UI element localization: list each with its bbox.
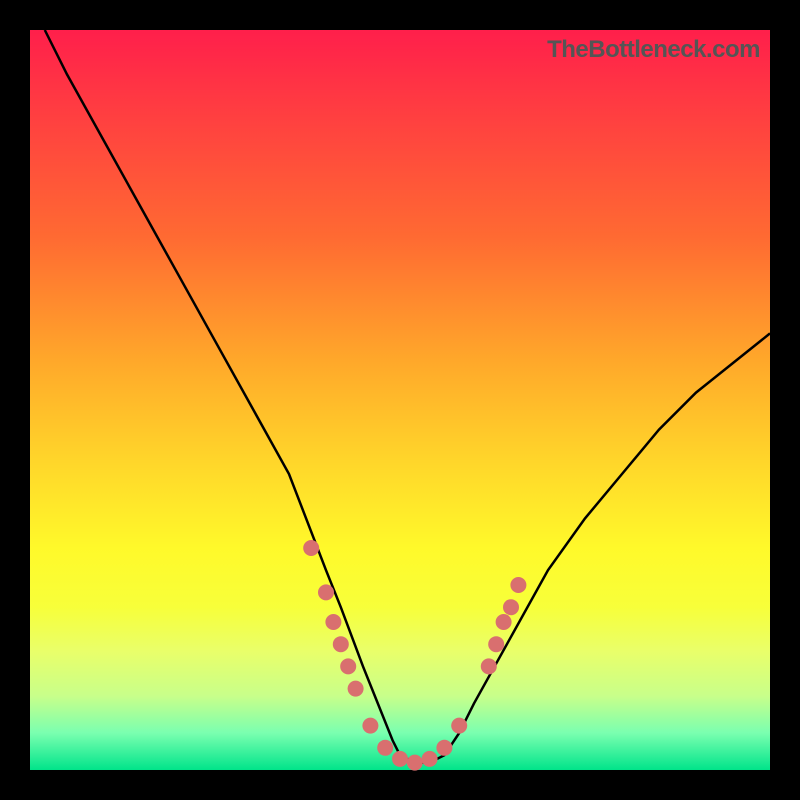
valley-markers [303,540,526,771]
valley-marker [362,718,378,734]
valley-marker [488,636,504,652]
valley-marker [481,658,497,674]
chart-svg [30,30,770,770]
valley-marker [377,740,393,756]
chart-frame: TheBottleneck.com [0,0,800,800]
valley-marker [340,658,356,674]
valley-marker [303,540,319,556]
valley-marker [348,681,364,697]
valley-marker [392,751,408,767]
valley-marker [407,755,423,771]
valley-marker [510,577,526,593]
valley-marker [436,740,452,756]
valley-marker [496,614,512,630]
chart-plot-area: TheBottleneck.com [30,30,770,770]
valley-marker [333,636,349,652]
valley-marker [451,718,467,734]
valley-marker [422,751,438,767]
valley-marker [503,599,519,615]
valley-marker [325,614,341,630]
bottleneck-curve [45,30,770,763]
valley-marker [318,584,334,600]
